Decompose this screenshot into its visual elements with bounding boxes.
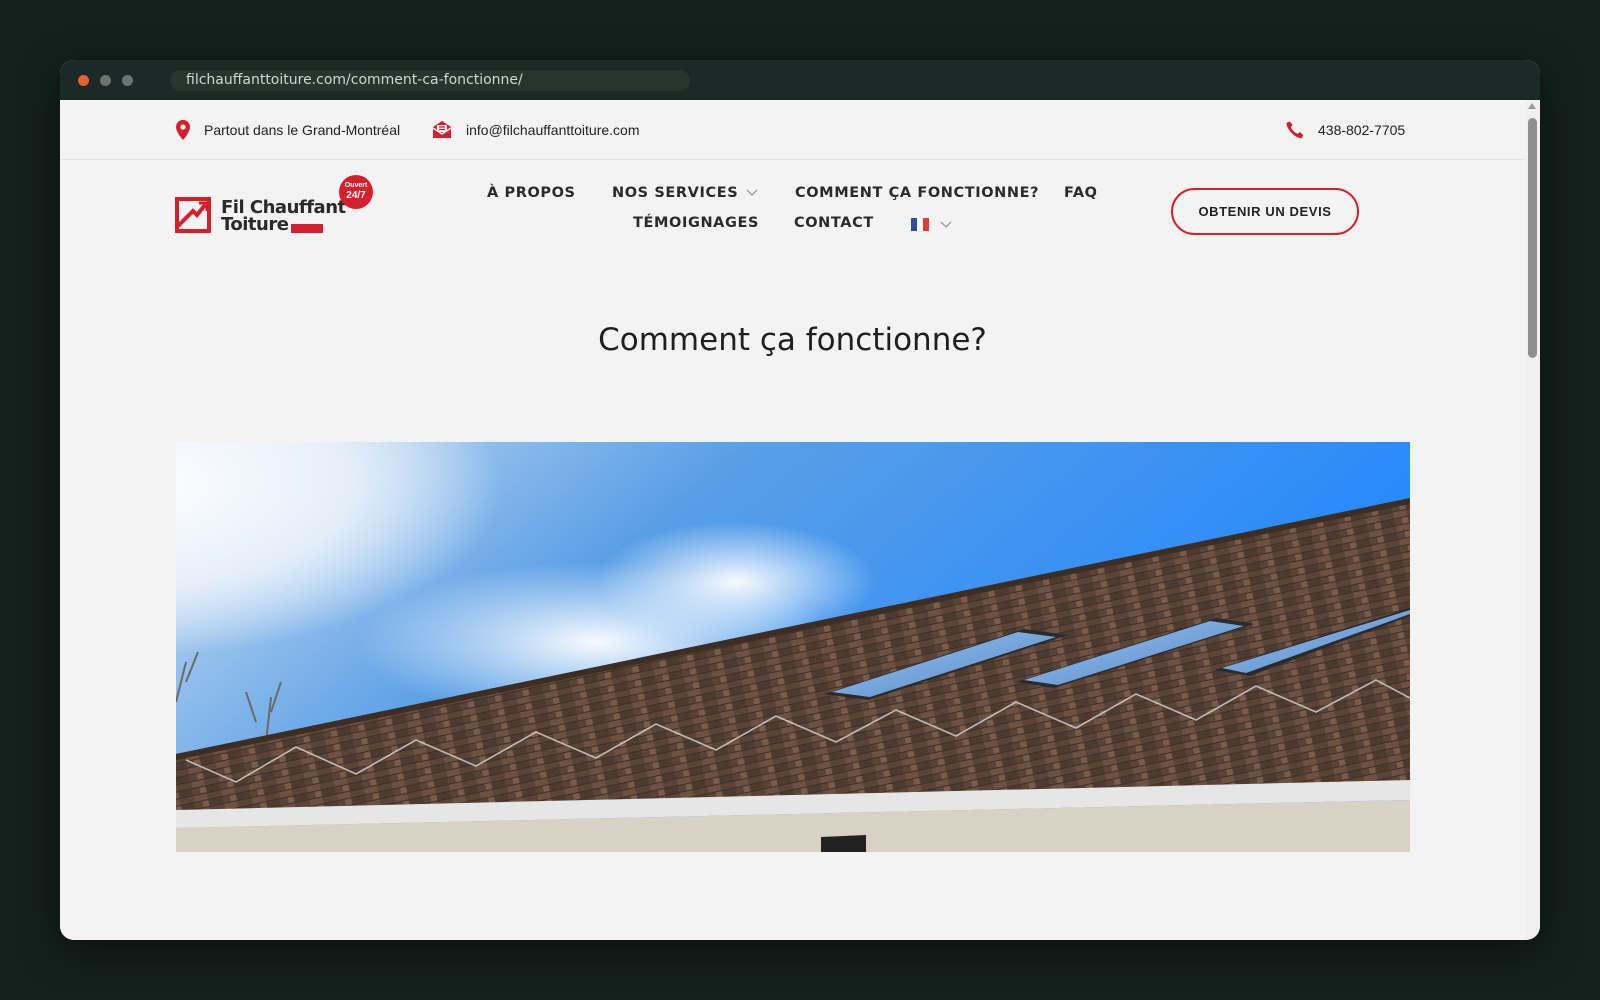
logo-tagline-box: [291, 224, 323, 233]
nav-item-a-propos[interactable]: À PROPOS: [487, 185, 576, 201]
email-link[interactable]: info@filchauffanttoiture.com: [466, 122, 640, 138]
maximize-window-dot[interactable]: [122, 75, 133, 86]
close-window-dot[interactable]: [78, 75, 89, 86]
address-bar[interactable]: filchauffanttoiture.com/comment-ca-fonct…: [170, 70, 690, 91]
location-info: Partout dans le Grand-Montréal: [176, 100, 400, 160]
contact-bar: Partout dans le Grand-Montréal info@filc…: [60, 100, 1525, 160]
nav-item-comment-ca-fonctionne[interactable]: COMMENT ÇA FONCTIONNE?: [795, 185, 1039, 201]
scroll-up-arrow-icon[interactable]: [1528, 103, 1536, 109]
roof-photo-illustration: [176, 442, 1410, 852]
page-scrollbar[interactable]: [1525, 100, 1540, 940]
phone-link[interactable]: 438-802-7705: [1318, 122, 1405, 138]
logo-wordmark: Fil Chauffant Toiture: [221, 199, 346, 235]
badge-small-text: Ouvert: [344, 182, 368, 189]
nav-item-faq[interactable]: FAQ: [1064, 185, 1098, 201]
minimize-window-dot[interactable]: [100, 75, 111, 86]
chevron-down-icon: [746, 189, 758, 196]
nav-item-nos-services[interactable]: NOS SERVICES: [612, 185, 758, 201]
nav-item-label: NOS SERVICES: [612, 185, 739, 201]
location-text: Partout dans le Grand-Montréal: [204, 122, 401, 138]
mail-open-icon: [432, 121, 452, 138]
scroll-thumb[interactable]: [1528, 118, 1537, 358]
page-viewport: Partout dans le Grand-Montréal info@filc…: [60, 100, 1525, 940]
phone-info[interactable]: 438-802-7705: [1286, 100, 1405, 160]
browser-window: filchauffanttoiture.com/comment-ca-fonct…: [60, 60, 1540, 940]
nav-item-contact[interactable]: CONTACT: [794, 215, 874, 231]
phone-icon: [1286, 121, 1304, 139]
page-title: Comment ça fonctionne?: [598, 322, 987, 358]
open-24-7-badge: Ouvert 24/7: [339, 175, 373, 209]
language-chevron-down-icon[interactable]: [940, 221, 952, 229]
map-pin-icon: [176, 120, 190, 140]
email-info[interactable]: info@filchauffanttoiture.com: [432, 100, 640, 160]
badge-big-text: 24/7: [346, 190, 366, 201]
logo-line-2: Toiture: [221, 214, 289, 235]
french-flag-icon[interactable]: [911, 218, 929, 231]
roof-hero-image: [176, 442, 1410, 852]
roof-logo-icon: [175, 197, 211, 233]
site-logo[interactable]: Fil Chauffant Toiture Ouvert 24/7: [175, 175, 375, 240]
nav-item-temoignages[interactable]: TÉMOIGNAGES: [633, 215, 759, 231]
browser-titlebar: filchauffanttoiture.com/comment-ca-fonct…: [60, 60, 1540, 100]
get-quote-button[interactable]: OBTENIR UN DEVIS: [1171, 188, 1359, 235]
